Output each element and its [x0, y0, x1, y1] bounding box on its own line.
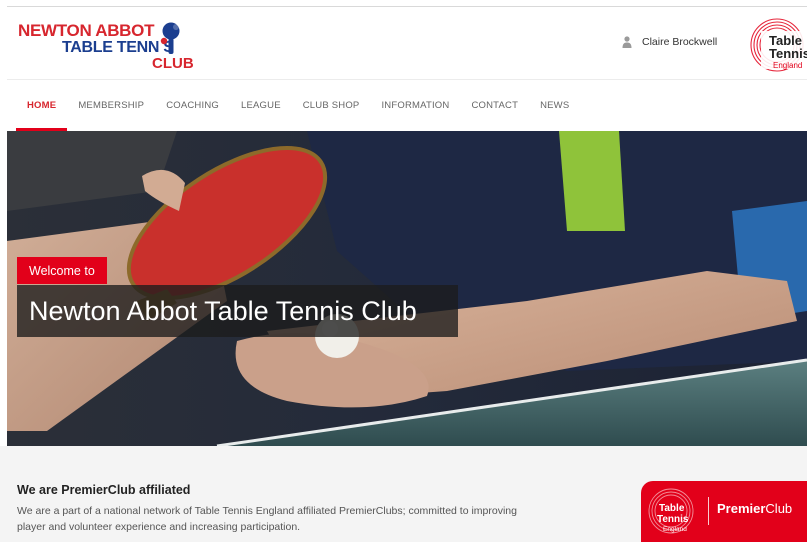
- nav-news[interactable]: NEWS: [529, 80, 580, 131]
- user-account[interactable]: Claire Brockwell: [622, 33, 717, 51]
- nav-coaching[interactable]: COACHING: [155, 80, 230, 131]
- tte-logo-graphic: Table Tennis England: [750, 18, 807, 72]
- nav-league[interactable]: LEAGUE: [230, 80, 292, 131]
- nav-club-shop[interactable]: CLUB SHOP: [292, 80, 371, 131]
- premierclub-brand-bold: Premier: [717, 501, 766, 516]
- hero-welcome-badge: Welcome to: [17, 257, 107, 284]
- premierclub-tte-mark: Table Tennis England: [648, 488, 694, 534]
- tte-logo-line2: Tennis: [769, 46, 807, 61]
- tte-logo-line3: England: [773, 61, 802, 70]
- premierclub-logo-divider: [708, 497, 709, 525]
- nav-home[interactable]: HOME: [16, 80, 68, 131]
- premierclub-brand-rest: Club: [765, 501, 793, 516]
- premierclub-logo-text: PremierClub: [717, 501, 792, 516]
- logo-text-line1: NEWTON ABBOT: [18, 21, 155, 40]
- nav-membership[interactable]: MEMBERSHIP: [67, 80, 155, 131]
- user-name: Claire Brockwell: [642, 36, 718, 48]
- premierclub-tte-line3: England: [663, 526, 687, 533]
- club-logo[interactable]: NEWTON ABBOT TABLE TENN S CLUB: [18, 17, 208, 73]
- paddle-icon: [160, 22, 180, 54]
- premierclub-section: We are PremierClub affiliated We are a p…: [0, 446, 807, 542]
- site-header: NEWTON ABBOT TABLE TENN S CLUB Claire Br…: [0, 7, 807, 79]
- nav-contact[interactable]: CONTACT: [460, 80, 529, 131]
- premierclub-tte-line2: Tennis: [657, 514, 689, 525]
- hero-banner: Welcome to Newton Abbot Table Tennis Clu…: [7, 131, 807, 446]
- premierclub-heading: We are PremierClub affiliated: [17, 483, 191, 497]
- main-nav: HOME MEMBERSHIP COACHING LEAGUE CLUB SHO…: [16, 80, 580, 131]
- premierclub-tte-line1: Table: [659, 503, 685, 514]
- nav-information[interactable]: INFORMATION: [370, 80, 460, 131]
- table-tennis-england-logo[interactable]: Table Tennis England: [747, 15, 807, 73]
- hero-title: Newton Abbot Table Tennis Club: [17, 285, 458, 337]
- premierclub-logo[interactable]: Table Tennis England PremierClub: [641, 481, 807, 542]
- user-icon: [622, 36, 632, 48]
- premierclub-text: We are a part of a national network of T…: [17, 505, 517, 533]
